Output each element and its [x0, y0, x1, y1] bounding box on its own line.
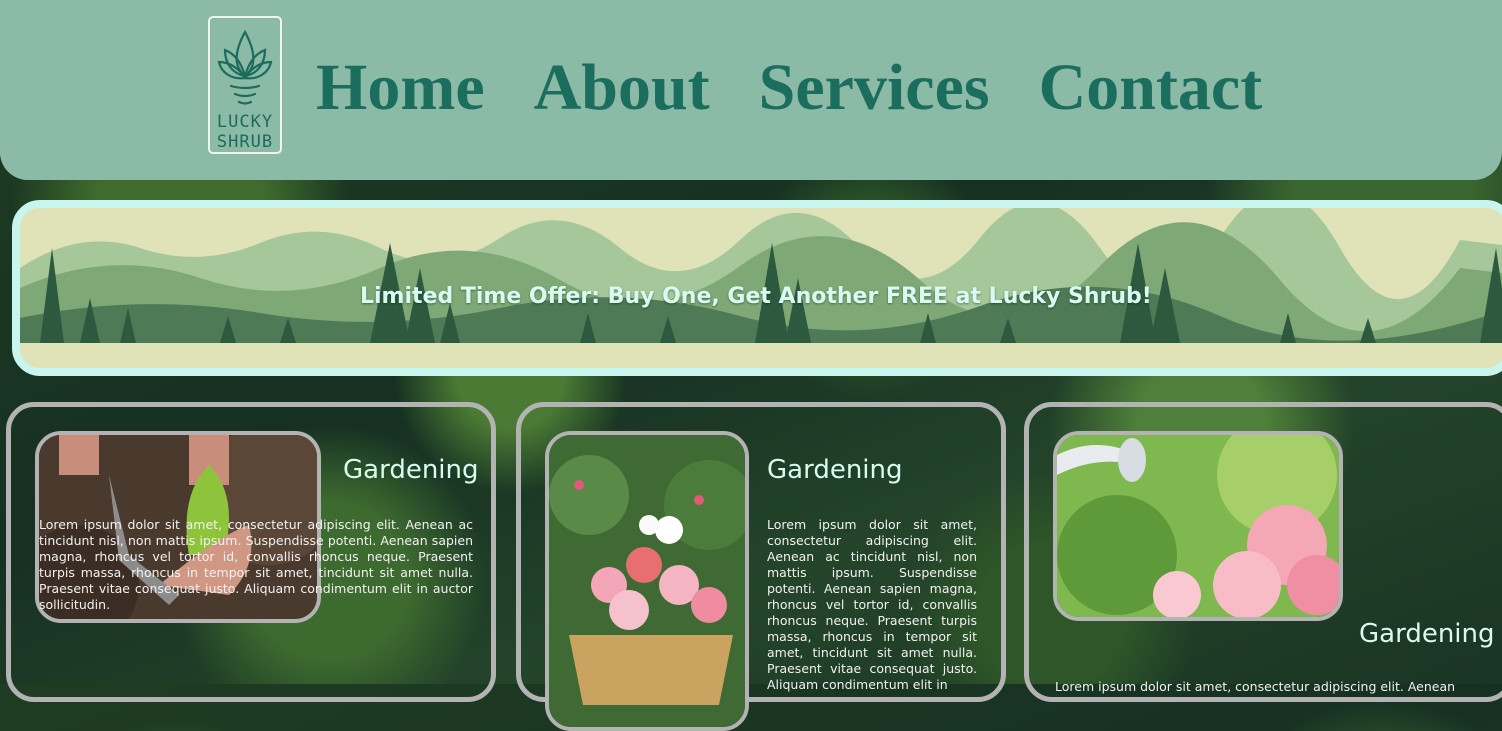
nav-contact-link[interactable]: Contact [1039, 48, 1263, 128]
card-text: Lorem ipsum dolor sit amet, consectetur … [767, 517, 977, 692]
plant-icon [217, 29, 273, 105]
site-header: LUCKY SHRUB Home About Services Contact [0, 0, 1502, 180]
card-title: Gardening [767, 455, 903, 485]
main-nav: Home About Services Contact [316, 48, 1311, 128]
card-title: Gardening [1359, 619, 1495, 649]
service-card: Gardening Lorem ipsum dolor sit amet, co… [1024, 402, 1502, 702]
logo-text-line1: LUCKY [216, 112, 274, 132]
nav-home-link[interactable]: Home [316, 48, 485, 128]
nav-about-link[interactable]: About [534, 48, 710, 128]
card-text: Lorem ipsum dolor sit amet, consectetur … [39, 517, 473, 612]
rose-basket-photo [545, 431, 749, 731]
service-card: Gardening Lorem ipsum dolor sit amet, co… [516, 402, 1006, 731]
service-card: Gardening Lorem ipsum dolor sit amet, co… [6, 402, 496, 702]
card-title: Gardening [343, 455, 479, 485]
logo-text-line2: SHRUB [216, 132, 274, 152]
lucky-shrub-logo[interactable]: LUCKY SHRUB [208, 16, 282, 154]
nav-services-link[interactable]: Services [759, 48, 990, 128]
card-text: Lorem ipsum dolor sit amet, consectetur … [1055, 679, 1456, 694]
promo-banner[interactable]: Limited Time Offer: Buy One, Get Another… [12, 200, 1502, 376]
watering-can-photo [1053, 431, 1343, 621]
promo-banner-text: Limited Time Offer: Buy One, Get Another… [360, 284, 1152, 309]
